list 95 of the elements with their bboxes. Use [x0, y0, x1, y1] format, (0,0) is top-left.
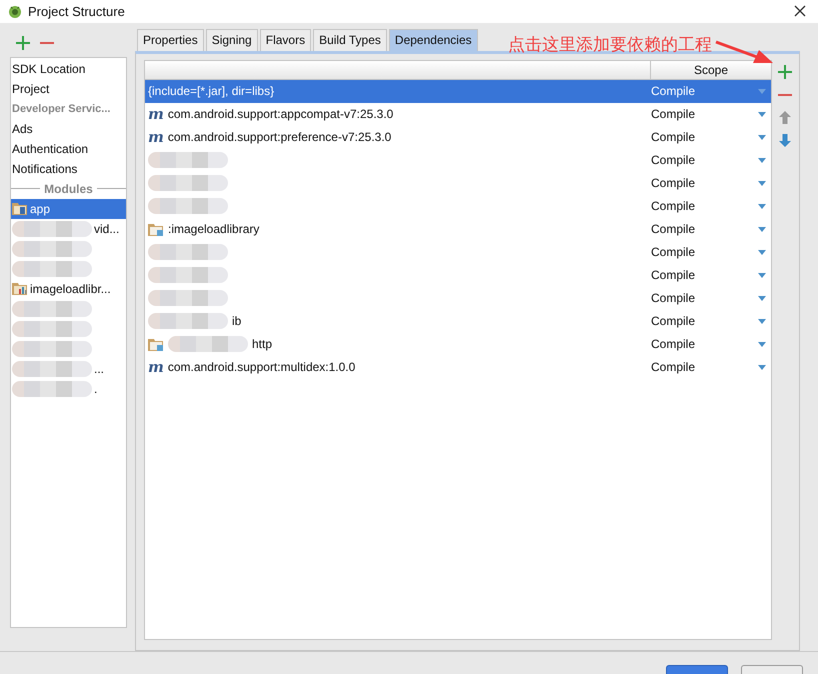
add-button[interactable] — [15, 34, 31, 51]
table-row[interactable]: Compile — [145, 172, 771, 195]
annotation-arrow — [715, 40, 773, 63]
scope-value: Compile — [651, 360, 696, 374]
dropdown-icon[interactable] — [758, 88, 766, 94]
table-row[interactable]: m com.android.support:multidex:1.0.0 Compile — [145, 356, 771, 379]
tab[interactable]: Flavors — [260, 28, 312, 51]
add-icon — [778, 64, 792, 79]
maven-icon: m — [148, 107, 164, 122]
sidebar-item[interactable]: SDK Location — [11, 58, 126, 79]
dropdown-icon[interactable] — [758, 296, 766, 301]
scope-value: Compile — [651, 84, 696, 98]
dependency-name: com.android.support:multidex:1.0.0 — [168, 360, 356, 374]
table-row[interactable]: Compile — [145, 240, 771, 264]
close-icon — [794, 4, 806, 17]
window-title: Project Structure — [28, 4, 126, 19]
up-arrow-icon — [778, 111, 790, 124]
item-label: Project — [12, 80, 50, 98]
dependency-name: ib — [232, 314, 242, 328]
secondary-button[interactable] — [741, 665, 803, 674]
dropdown-icon[interactable] — [758, 180, 766, 186]
dropdown-icon[interactable] — [758, 342, 766, 347]
sidebar-item[interactable]: . — [11, 378, 126, 399]
dropdown-icon[interactable] — [758, 364, 766, 370]
dependency-name: {include=[*.jar], dir=libs} — [148, 84, 274, 98]
maven-icon: m — [148, 130, 164, 144]
item-label: . — [94, 380, 98, 398]
item-label: Notifications — [12, 160, 78, 178]
dropdown-icon[interactable] — [758, 318, 766, 324]
table-row[interactable]: m com.android.support:preference-v7:25.3.0 Compile — [145, 126, 771, 149]
item-label: Ads — [12, 120, 33, 138]
sidebar-item[interactable]: Notifications — [11, 158, 126, 179]
dependency-name: com.android.support:preference-v7:25.3.0 — [168, 130, 392, 144]
scope-value: Compile — [651, 291, 696, 306]
table-row[interactable]: Compile — [145, 148, 771, 172]
sidebar-item[interactable]: ... — [11, 358, 126, 379]
tab[interactable]: Build Types — [313, 28, 387, 51]
android-icon — [8, 4, 22, 18]
dropdown-icon[interactable] — [758, 158, 766, 163]
item-label: vid... — [94, 220, 120, 238]
dependency-name: http — [252, 337, 272, 352]
table-row[interactable]: {include=[*.jar], dir=libs} Compile — [145, 80, 771, 103]
scope-value: Compile — [651, 268, 696, 282]
dependency-name: com.android.support:appcompat-v7:25.3.0 — [168, 107, 394, 122]
module-folder-icon — [148, 338, 164, 351]
tab[interactable]: Properties — [137, 28, 204, 51]
scope-value: Compile — [651, 314, 696, 328]
item-label: imageloadlibr... — [30, 280, 111, 298]
item-label: app — [30, 200, 50, 218]
sidebar-item[interactable]: imageloadlibr... — [11, 278, 126, 299]
sidebar-item[interactable]: Ads — [11, 118, 126, 139]
sidebar-item[interactable]: app — [11, 198, 126, 219]
dropdown-icon[interactable] — [758, 272, 766, 278]
module-folder-icon — [12, 202, 28, 216]
remove-icon — [40, 42, 54, 44]
item-label: Authentication — [12, 140, 88, 158]
dependency-name: :imageloadlibrary — [168, 222, 260, 236]
scope-value: Compile — [651, 153, 696, 168]
table-row[interactable]: ib Compile — [145, 310, 771, 333]
scope-value: Compile — [651, 245, 696, 260]
annotation-text: 点击这里添加要依赖的工程 — [508, 34, 712, 56]
dropdown-icon[interactable] — [758, 134, 766, 140]
tab[interactable]: Signing — [206, 28, 258, 51]
add-button[interactable] — [776, 64, 792, 80]
scope-value: Compile — [651, 130, 696, 144]
table-row[interactable]: http Compile — [145, 332, 771, 356]
sidebar-item[interactable]: vid... — [11, 218, 126, 239]
item-label: ... — [94, 360, 104, 378]
table-row[interactable]: m com.android.support:appcompat-v7:25.3.0 Compile — [145, 102, 771, 126]
maven-icon: m — [148, 360, 164, 374]
table-row[interactable]: Compile — [145, 286, 771, 310]
scope-value: Compile — [651, 337, 696, 352]
sidebar-item[interactable]: Project — [11, 78, 126, 99]
remove-icon — [778, 94, 792, 96]
dropdown-icon[interactable] — [758, 250, 766, 255]
scope-value: Compile — [651, 107, 696, 122]
tab[interactable]: Dependencies — [388, 28, 478, 51]
library-folder-icon — [12, 282, 28, 296]
table-row[interactable]: Compile — [145, 194, 771, 218]
scope-value: Compile — [651, 176, 696, 190]
section-header: Developer Servic... — [11, 102, 112, 117]
scope-value: Compile — [651, 199, 696, 214]
module-folder-icon — [148, 222, 164, 236]
down-button[interactable] — [776, 132, 792, 149]
dropdown-icon[interactable] — [758, 226, 766, 232]
sidebar-item[interactable]: Authentication — [11, 138, 126, 159]
dropdown-icon[interactable] — [758, 204, 766, 209]
section-header: Modules — [44, 182, 93, 196]
down-arrow-icon — [778, 134, 790, 148]
add-icon — [16, 36, 30, 50]
table-row[interactable]: Compile — [145, 264, 771, 287]
dropdown-icon[interactable] — [758, 112, 766, 117]
scope-value: Compile — [651, 222, 696, 236]
table-row[interactable]: :imageloadlibrary Compile — [145, 218, 771, 241]
item-label: SDK Location — [12, 60, 86, 78]
